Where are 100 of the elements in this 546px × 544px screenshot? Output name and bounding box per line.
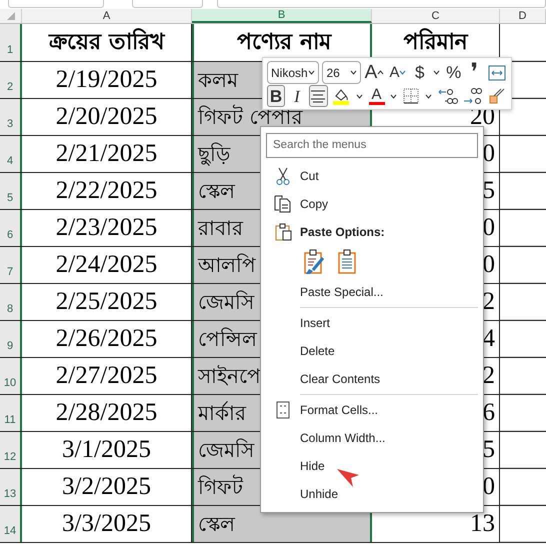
wrap-icon [488, 64, 506, 80]
decrease-decimal-icon [462, 87, 483, 105]
table-cell-text: রাবার [198, 215, 243, 242]
table-cell-text: 0 [482, 139, 495, 170]
table-cell-text: 0 [482, 250, 495, 280]
caret-icon [308, 70, 316, 75]
caret-icon [433, 70, 440, 75]
menu-item[interactable]: Format Cells... [266, 396, 478, 424]
column-heading: পরিমান [404, 27, 468, 57]
column-header[interactable]: C [372, 9, 500, 23]
format-button[interactable]: $ [410, 62, 429, 84]
row-header[interactable]: 3 [0, 99, 22, 135]
center-align-icon [310, 89, 326, 103]
font-dropdown[interactable]: Nikosh [267, 61, 320, 84]
table-cell-text: মার্কার [198, 400, 246, 427]
menu-item[interactable]: Clear Contents [266, 364, 478, 392]
table-cell-text: সাইনপে [198, 363, 261, 390]
table-cell-text: পেন্সিল [198, 326, 257, 353]
row-header[interactable]: 4 [0, 136, 22, 172]
caret-icon [356, 94, 363, 98]
table-cell-text: ছুড়ি [198, 141, 230, 168]
shrink-font-button[interactable]: A [388, 62, 408, 84]
format-cells-icon [276, 400, 290, 418]
column-heading: পণ্যের নাম [237, 29, 331, 57]
menu-item[interactable]: Hide [266, 452, 478, 480]
row-header[interactable]: 6 [0, 210, 22, 246]
menu-item[interactable]: Delete [266, 336, 478, 364]
row-header[interactable]: 12 [0, 432, 22, 468]
borders-icon [403, 88, 420, 104]
scissors-icon [276, 166, 290, 184]
table-cell-text: 3/2/2025 [62, 472, 151, 502]
table-cell-text: 2/21/2025 [56, 139, 158, 170]
menu-item[interactable]: Copy [266, 190, 478, 218]
clipboard-icon [274, 222, 292, 240]
table-cell-text: 3/1/2025 [62, 435, 151, 466]
pointer-icon [336, 467, 360, 489]
font-color-button[interactable]: A [367, 85, 386, 107]
row-header[interactable]: 10 [0, 358, 22, 394]
table-cell-text: স্কেল [198, 511, 235, 538]
caret-icon [425, 94, 432, 98]
table-cell-text: স্কেল [198, 178, 235, 205]
up-caret-icon [377, 70, 384, 75]
table-cell-text: 13 [470, 509, 495, 540]
table-cell-text: 2/27/2025 [56, 361, 158, 392]
table-cell-text: 5 [482, 435, 495, 466]
table-cell-text: 0 [482, 472, 495, 502]
table-cell-text: জেমসি [198, 437, 254, 464]
table-cell-text: 2/25/2025 [56, 287, 158, 318]
row-header[interactable]: 14 [0, 506, 22, 542]
row-header[interactable]: 9 [0, 321, 22, 357]
caret-icon [390, 94, 398, 98]
menu-item[interactable]: Column Width... [266, 424, 478, 452]
menu-item[interactable]: Unhide [266, 480, 478, 508]
menu-item[interactable]: Insert [266, 308, 478, 336]
row-header[interactable]: 5 [0, 173, 22, 209]
table-cell-text: 2/23/2025 [56, 213, 158, 244]
table-cell-text: 3/3/2025 [62, 509, 151, 540]
table-cell-text: গিফট [198, 474, 243, 501]
grow-font-button[interactable]: A [364, 62, 386, 84]
table-cell-text: 4 [482, 324, 495, 354]
table-cell-text: 2/22/2025 [56, 176, 158, 206]
column-header[interactable]: D [500, 9, 546, 23]
caret-icon [350, 70, 357, 75]
table-cell-text: 2 [482, 287, 495, 318]
align-button[interactable] [309, 85, 328, 107]
table-cell-text: 2/24/2025 [56, 250, 158, 280]
table-cell-text: 2 [482, 361, 495, 392]
table-cell-text: জেমসি [198, 289, 254, 316]
table-cell-text: 0 [482, 213, 495, 244]
select-all-icon [6, 12, 14, 20]
table-cell-text: 6 [482, 398, 495, 428]
format-button[interactable]: ❜ [466, 62, 484, 84]
table-cell-text: 5 [482, 176, 495, 206]
row-header[interactable]: 11 [0, 395, 22, 431]
down-caret-icon [399, 70, 406, 75]
row-header[interactable]: 2 [0, 62, 22, 98]
size-dropdown[interactable]: 26 [322, 61, 361, 84]
row-header[interactable]: 1 [0, 24, 22, 61]
table-cell-text: 2/26/2025 [56, 324, 158, 354]
format-button[interactable]: % [444, 62, 463, 84]
row-header[interactable]: 8 [0, 284, 22, 320]
menu-item[interactable]: Cut [266, 162, 478, 190]
table-cell-text: 2/19/2025 [56, 65, 158, 96]
table-cell-text: আলপি [198, 252, 256, 279]
row-header[interactable]: 13 [0, 469, 22, 505]
row-header[interactable]: 7 [0, 247, 22, 283]
table-cell-text: 2/20/2025 [56, 102, 158, 132]
menu-heading: Paste Options: [266, 218, 478, 246]
search-field[interactable]: Search the menus [266, 132, 478, 158]
table-cell-text: কলম [198, 67, 238, 94]
copy-icon [274, 194, 292, 212]
clipboard-icon [337, 248, 357, 274]
clipboard-brush-icon [303, 248, 325, 274]
bold-button[interactable]: B [267, 85, 285, 107]
column-header[interactable]: B [192, 9, 372, 23]
menu-item[interactable]: Paste Special... [266, 278, 478, 306]
table-cell-text: 2/28/2025 [56, 398, 158, 428]
decrease-decimal-button[interactable] [462, 85, 484, 107]
increase-decimal-icon [438, 87, 458, 105]
paintbrush-icon [488, 87, 506, 105]
